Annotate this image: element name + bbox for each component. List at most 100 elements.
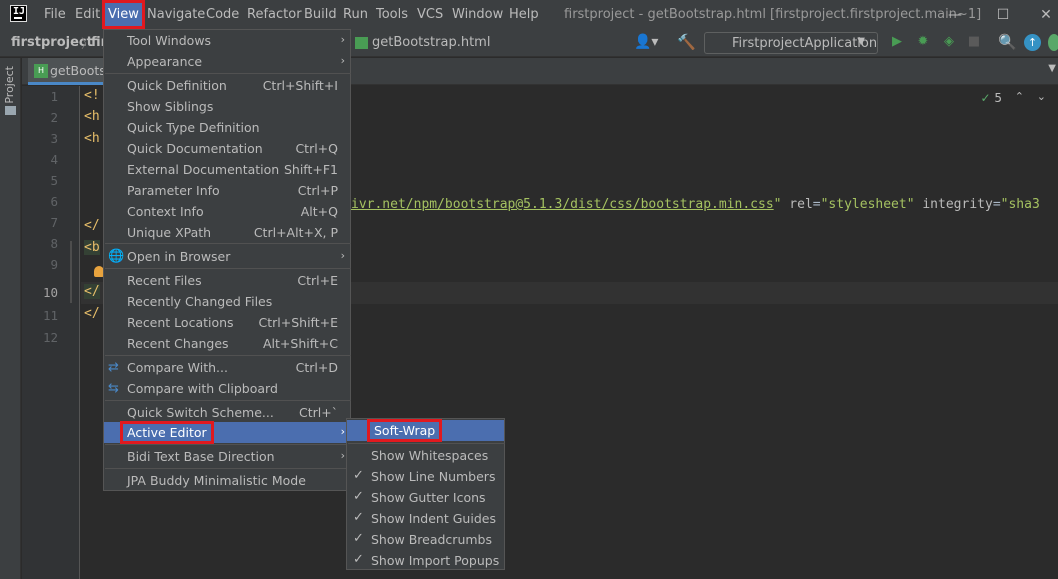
close-icon[interactable]: ✕ [1036,5,1056,25]
menu-item-recently-changed-files[interactable]: Recently Changed Files [104,291,350,312]
menu-vcs[interactable]: VCS [417,0,443,29]
submenu-arrow-icon: › [340,33,345,46]
menu-item-parameter-info[interactable]: Parameter Info Ctrl+P [104,180,350,201]
check-icon: ✓ [353,552,364,567]
window-title: firstproject - getBootstrap.html [firstp… [564,7,982,22]
menu-item-tool-windows[interactable]: Tool Windows › [104,30,350,51]
view-menu: Tool Windows › Appearance › Quick Definiti… [103,29,351,491]
chevron-up-icon[interactable]: ⌃ [1015,90,1024,103]
user-icon[interactable]: 👤▾ [634,34,658,50]
update-icon[interactable]: ↑ [1024,34,1041,51]
menu-item-shortcut: Shift+F1 [283,162,338,177]
menu-item-external-documentation[interactable]: External Documentation Shift+F1 [104,159,350,180]
menu-edit[interactable]: Edit [75,0,100,29]
menu-code[interactable]: Code [206,0,239,29]
menu-separator [105,73,351,74]
app-icon-text: IJ [13,6,26,17]
debug-icon[interactable]: ✹ [914,33,932,51]
menu-item-unique-xpath[interactable]: Unique XPath Ctrl+Alt+X, P [104,222,350,243]
chevron-down-icon[interactable]: ⌄ [1037,90,1046,103]
menu-build[interactable]: Build [304,0,337,29]
code-token: "stylesheet" [820,197,915,212]
menu-item-recent-changes[interactable]: Recent Changes Alt+Shift+C [104,333,350,354]
menu-window[interactable]: Window [452,0,503,29]
menu-run[interactable]: Run [343,0,368,29]
intellij-logo-icon[interactable]: IJ [10,5,27,22]
stylesheet-link-line: ivr.net/npm/bootstrap@5.1.3/dist/css/boo… [351,197,1040,212]
menu-item-label: Show Whitespaces [371,448,489,463]
run-configuration-selector[interactable]: FirstprojectApplication ▼ [704,32,878,54]
bootstrap-url[interactable]: ivr.net/npm/bootstrap@5.1.3/dist/css/boo… [351,197,774,212]
menu-item-label: Show Indent Guides [371,511,496,526]
line-number: 12 [42,330,58,345]
line-number: 5 [50,173,58,188]
menu-item-quick-switch-scheme[interactable]: Quick Switch Scheme... Ctrl+` [104,402,350,423]
menu-refactor[interactable]: Refactor [247,0,302,29]
menu-item-jpa-buddy-minimalistic-mode[interactable]: JPA Buddy Minimalistic Mode [104,470,350,491]
coverage-icon[interactable]: ◈ [940,33,958,51]
check-icon: ✓ [353,531,364,546]
menu-item-bidi-text-base-direction[interactable]: Bidi Text Base Direction › [104,446,350,467]
code-token: = [992,197,1001,212]
submenu-arrow-icon: › [340,54,345,67]
run-icon[interactable]: ▶ [888,33,906,51]
menu-item-quick-type-definition[interactable]: Quick Type Definition [104,117,350,138]
menu-item-label: Open in Browser [127,249,231,264]
check-icon: ✓ [353,510,364,525]
folder-icon[interactable] [5,106,16,115]
menu-item-show-import-popups[interactable]: ✓ Show Import Popups [347,550,504,571]
stop-icon[interactable]: ■ [965,33,983,51]
chevron-down-icon: ▼ [857,36,865,47]
menu-help[interactable]: Help [509,0,539,29]
editor-gutter[interactable]: 1 2 3 4 5 6 7 8 9 10 11 12 [22,86,80,579]
menu-separator [105,268,351,269]
menu-view[interactable]: View [102,0,145,29]
menu-item-show-breadcrumbs[interactable]: ✓ Show Breadcrumbs [347,529,504,550]
menu-item-quick-documentation[interactable]: Quick Documentation Ctrl+Q [104,138,350,159]
menu-item-shortcut: Ctrl+` [299,405,338,420]
menu-item-active-editor[interactable]: Active Editor › [104,421,350,444]
menu-item-recent-files[interactable]: Recent Files Ctrl+E [104,270,350,291]
code-line-10: </ [84,284,100,299]
menu-navigate[interactable]: Navigate [147,0,205,29]
chevron-down-icon[interactable]: ▼ [1048,63,1056,74]
menu-tools[interactable]: Tools [376,0,408,29]
breadcrumb-file[interactable]: getBootstrap.html [372,35,490,50]
menu-item-label: Soft-Wrap [366,419,443,442]
compare-clipboard-icon: ⇆ [108,381,119,396]
code-line-7: </ [84,218,100,233]
menu-item-compare-with-clipboard[interactable]: ⇆ Compare with Clipboard [104,378,350,399]
maximize-icon[interactable]: ☐ [993,5,1013,25]
menu-item-label: Recently Changed Files [127,294,273,309]
menu-item-show-gutter-icons[interactable]: ✓ Show Gutter Icons [347,487,504,508]
menu-item-compare-with[interactable]: ⇄ Compare With... Ctrl+D [104,357,350,378]
html-file-icon [355,37,368,49]
inspection-widget[interactable]: ✓ 5 [980,91,1002,105]
code-token: "sha3 [1000,197,1040,212]
submenu-arrow-icon: › [340,249,345,262]
code-token: integrity [922,197,993,212]
menu-item-context-info[interactable]: Context Info Alt+Q [104,201,350,222]
menu-item-show-whitespaces[interactable]: Show Whitespaces [347,445,504,466]
minimize-icon[interactable]: — [945,5,965,25]
build-hammer-icon[interactable]: 🔨 [677,33,696,51]
menu-item-label: Compare with Clipboard [127,381,278,396]
search-icon[interactable]: 🔍 [998,33,1017,51]
menu-item-soft-wrap[interactable]: Soft-Wrap [347,419,504,442]
menu-item-show-indent-guides[interactable]: ✓ Show Indent Guides [347,508,504,529]
menu-item-show-siblings[interactable]: Show Siblings [104,96,350,117]
menu-item-label: Appearance [127,54,203,69]
tool-window-strip [0,58,21,579]
menu-item-quick-definition[interactable]: Quick Definition Ctrl+Shift+I [104,75,350,96]
menu-item-label: Quick Definition [127,78,227,93]
tab-getbootstrap[interactable]: H getBootstrap.html [28,58,108,85]
menu-item-show-line-numbers[interactable]: ✓ Show Line Numbers [347,466,504,487]
menu-item-label: Show Breadcrumbs [371,532,492,547]
menu-file[interactable]: File [44,0,66,29]
submenu-arrow-icon: › [340,449,345,462]
plugin-icon[interactable] [1048,34,1058,51]
menu-item-open-in-browser[interactable]: 🌐 Open in Browser › [104,246,350,267]
project-tool-window-button[interactable]: Project [3,66,17,104]
menu-item-appearance[interactable]: Appearance › [104,51,350,72]
menu-item-recent-locations[interactable]: Recent Locations Ctrl+Shift+E [104,312,350,333]
